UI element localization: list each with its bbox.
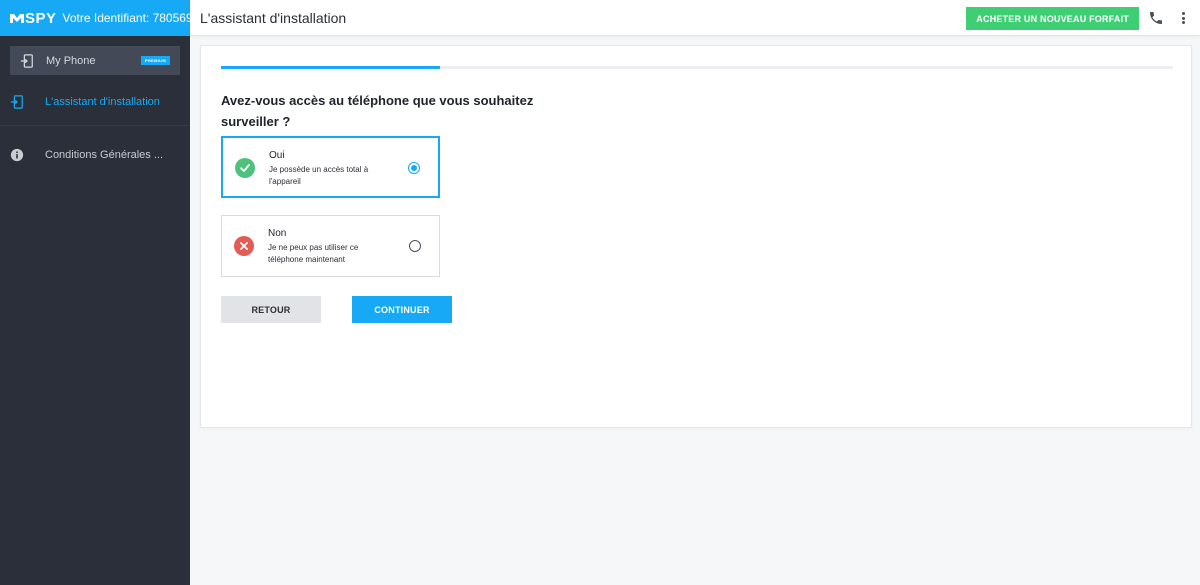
sidebar-item-label: L'assistant d'installation	[45, 96, 160, 108]
wizard-question: Avez-vous accès au téléphone que vous so…	[221, 93, 534, 129]
buy-new-plan-button[interactable]: ACHETER UN NOUVEAU FORFAIT	[966, 7, 1139, 30]
option-yes[interactable]: Oui Je possède un accès total à l'appare…	[221, 136, 440, 198]
sidebar-item-label: Conditions Générales ...	[45, 149, 164, 161]
wizard-progress-fill	[221, 66, 440, 69]
info-icon	[10, 148, 24, 162]
phone-icon[interactable]	[1148, 10, 1164, 26]
option-title: Oui	[269, 150, 285, 161]
sidebar-item-installation-wizard[interactable]: L'assistant d'installation	[0, 91, 190, 113]
option-description: Je ne peux pas utiliser ce téléphone mai…	[268, 243, 359, 264]
wizard-card: Avez-vous accès au téléphone que vous so…	[200, 45, 1192, 428]
option-title: Non	[268, 228, 287, 239]
sidebar-device-selector[interactable]: My Phone PREMIUM	[10, 46, 180, 75]
brand-header: SPY Votre Identifiant: 7805691	[0, 0, 199, 36]
wizard-progress-bar	[221, 66, 1173, 69]
login-icon	[10, 95, 23, 109]
option-no[interactable]: Non Je ne peux pas utiliser ce téléphone…	[221, 215, 440, 277]
cross-icon	[234, 236, 254, 256]
user-identifier: Votre Identifiant: 7805691	[62, 11, 200, 25]
premium-badge: PREMIUM	[141, 56, 170, 65]
option-radio[interactable]	[409, 240, 421, 252]
more-options-icon[interactable]	[1180, 10, 1186, 26]
continue-button[interactable]: CONTINUER	[352, 296, 452, 323]
logo-text: SPY	[25, 9, 57, 27]
device-name: My Phone	[46, 54, 96, 67]
check-icon	[235, 158, 255, 178]
back-button[interactable]: RETOUR	[221, 296, 321, 323]
phone-login-icon	[20, 53, 33, 68]
option-description: Je possède un accès total à l'appareil	[269, 165, 369, 186]
option-radio[interactable]	[408, 162, 420, 174]
page-title: L'assistant d'installation	[200, 9, 347, 26]
mspy-logo-icon	[10, 14, 24, 23]
sidebar: My Phone PREMIUM L'assistant d'installat…	[0, 36, 190, 585]
sidebar-item-terms[interactable]: Conditions Générales ...	[0, 144, 190, 166]
sidebar-divider	[0, 125, 190, 126]
mspy-logo[interactable]: SPY	[9, 10, 57, 27]
top-bar: L'assistant d'installation ACHETER UN NO…	[190, 0, 1200, 36]
